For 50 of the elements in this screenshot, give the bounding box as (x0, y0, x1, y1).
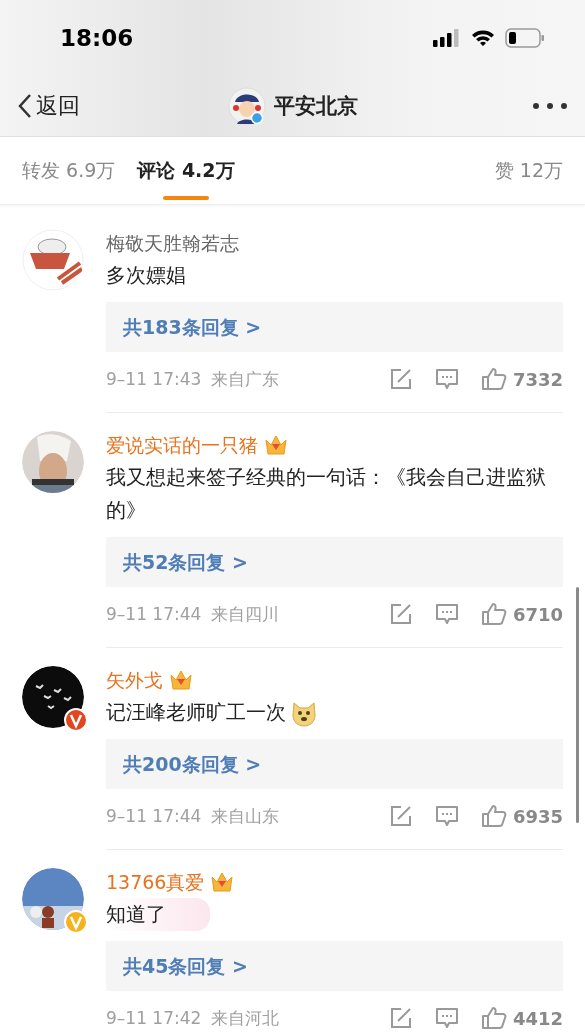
wifi-icon (471, 29, 495, 47)
comment-text: 记汪峰老师旷工一次 (106, 699, 287, 726)
comment-icon[interactable] (434, 603, 459, 625)
username[interactable]: 矢外戈 (106, 666, 163, 694)
timestamp: 9–11 17:43 (106, 369, 202, 389)
crown-icon (210, 871, 235, 893)
more-icon[interactable] (533, 103, 567, 109)
location-text: 来自四川 (211, 602, 280, 626)
username[interactable]: 梅敬天胜翰若志 (106, 229, 239, 257)
comment-icon[interactable] (434, 1007, 459, 1029)
comment-icon[interactable] (434, 368, 459, 390)
tab[interactable]: 赞 12万 (494, 137, 563, 204)
signal-icon (433, 29, 461, 47)
location-text: 来自河北 (211, 1006, 280, 1030)
share-icon[interactable] (388, 602, 413, 626)
like-button[interactable]: 6935 (480, 804, 563, 828)
thumbs-up-icon (480, 367, 507, 391)
comment-icon[interactable] (434, 805, 459, 827)
username[interactable]: 13766真爱 (106, 868, 205, 896)
comment-text: 我又想起来签子经典的一句话：《我会自己进监狱的》 (106, 464, 547, 524)
tab[interactable]: 转发 6.9万 (22, 137, 116, 204)
comment-text: 多次嫖娼 (106, 262, 187, 289)
timestamp: 9–11 17:44 (106, 806, 202, 826)
like-button[interactable]: 4412 (480, 1006, 563, 1030)
like-button[interactable]: 6710 (480, 602, 563, 626)
battery-icon (505, 28, 545, 48)
location-text: 来自广东 (211, 367, 280, 391)
timestamp: 9–11 17:44 (106, 604, 202, 624)
replies-link[interactable]: 共183条回复 > (106, 302, 563, 352)
account-name: 平安北京 (273, 93, 358, 120)
chevron-left-icon (18, 93, 32, 119)
crown-icon (169, 669, 193, 691)
comment-text: 知道了 (106, 898, 210, 931)
thumbs-up-icon (480, 602, 507, 626)
thumbs-up-icon (480, 804, 507, 828)
location-text: 来自山东 (211, 804, 280, 828)
share-icon[interactable] (388, 804, 413, 828)
replies-link[interactable]: 共52条回复 > (106, 537, 563, 587)
clock-time: 18:06 (60, 25, 134, 51)
timestamp: 9–11 17:42 (106, 1008, 202, 1028)
username[interactable]: 爱说实话的一只猪 (106, 431, 258, 459)
like-button[interactable]: 7332 (480, 367, 563, 391)
crown-icon (264, 434, 288, 456)
share-icon[interactable] (388, 1006, 413, 1030)
replies-link[interactable]: 共200条回复 > (106, 739, 563, 789)
back-button[interactable]: 返回 (18, 91, 80, 121)
share-icon[interactable] (388, 367, 413, 391)
thumbs-up-icon (480, 1006, 507, 1030)
tab[interactable]: 评论 4.2万 (137, 137, 235, 204)
replies-link[interactable]: 共45条回复 > (106, 941, 563, 991)
